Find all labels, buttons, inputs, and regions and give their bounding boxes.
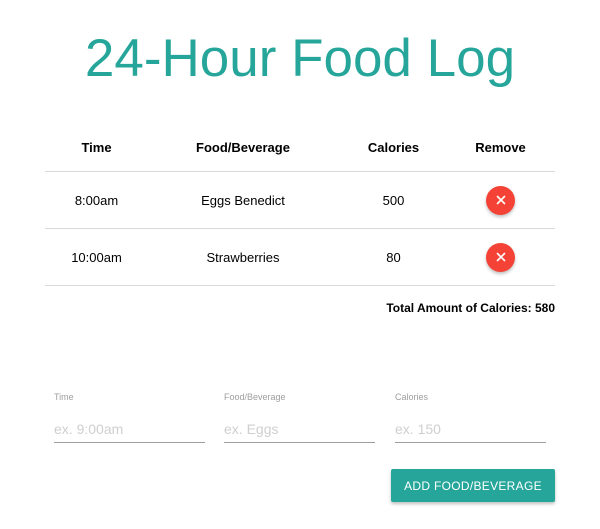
time-field: Time — [54, 390, 205, 443]
calories-input[interactable] — [395, 416, 546, 443]
calories-field: Calories — [395, 390, 546, 443]
food-field: Food/Beverage — [224, 390, 375, 443]
row-remove-cell — [449, 229, 552, 285]
food-field-label: Food/Beverage — [224, 392, 286, 402]
table-header-row: Time Food/Beverage Calories Remove — [45, 124, 555, 172]
row-remove-cell — [449, 172, 552, 228]
time-field-label: Time — [54, 392, 74, 402]
column-header-remove: Remove — [475, 140, 526, 155]
food-input[interactable] — [224, 416, 375, 443]
close-icon — [496, 195, 505, 205]
table-row: 10:00am Strawberries 80 — [45, 229, 555, 286]
add-food-button[interactable]: ADD FOOD/BEVERAGE — [391, 469, 555, 502]
column-header-time: Time — [81, 140, 112, 155]
table-row: 8:00am Eggs Benedict 500 — [45, 172, 555, 229]
column-header-calories: Calories — [367, 140, 420, 155]
close-icon — [496, 252, 505, 262]
page-title: 24-Hour Food Log — [84, 29, 516, 88]
food-log-table: Time Food/Beverage Calories Remove 8:00a… — [45, 124, 555, 286]
row-calories: 500 — [382, 192, 405, 208]
row-food: Strawberries — [206, 249, 280, 265]
remove-button[interactable] — [486, 185, 515, 215]
calories-field-label: Calories — [395, 392, 429, 402]
remove-button[interactable] — [486, 242, 515, 272]
total-calories: Total Amount of Calories: 580 — [386, 301, 555, 315]
row-calories: 80 — [386, 249, 401, 265]
column-header-food: Food/Beverage — [196, 140, 290, 155]
time-input[interactable] — [54, 416, 205, 443]
row-time: 10:00am — [71, 249, 122, 265]
row-time: 8:00am — [74, 192, 119, 208]
row-food: Eggs Benedict — [201, 192, 285, 208]
